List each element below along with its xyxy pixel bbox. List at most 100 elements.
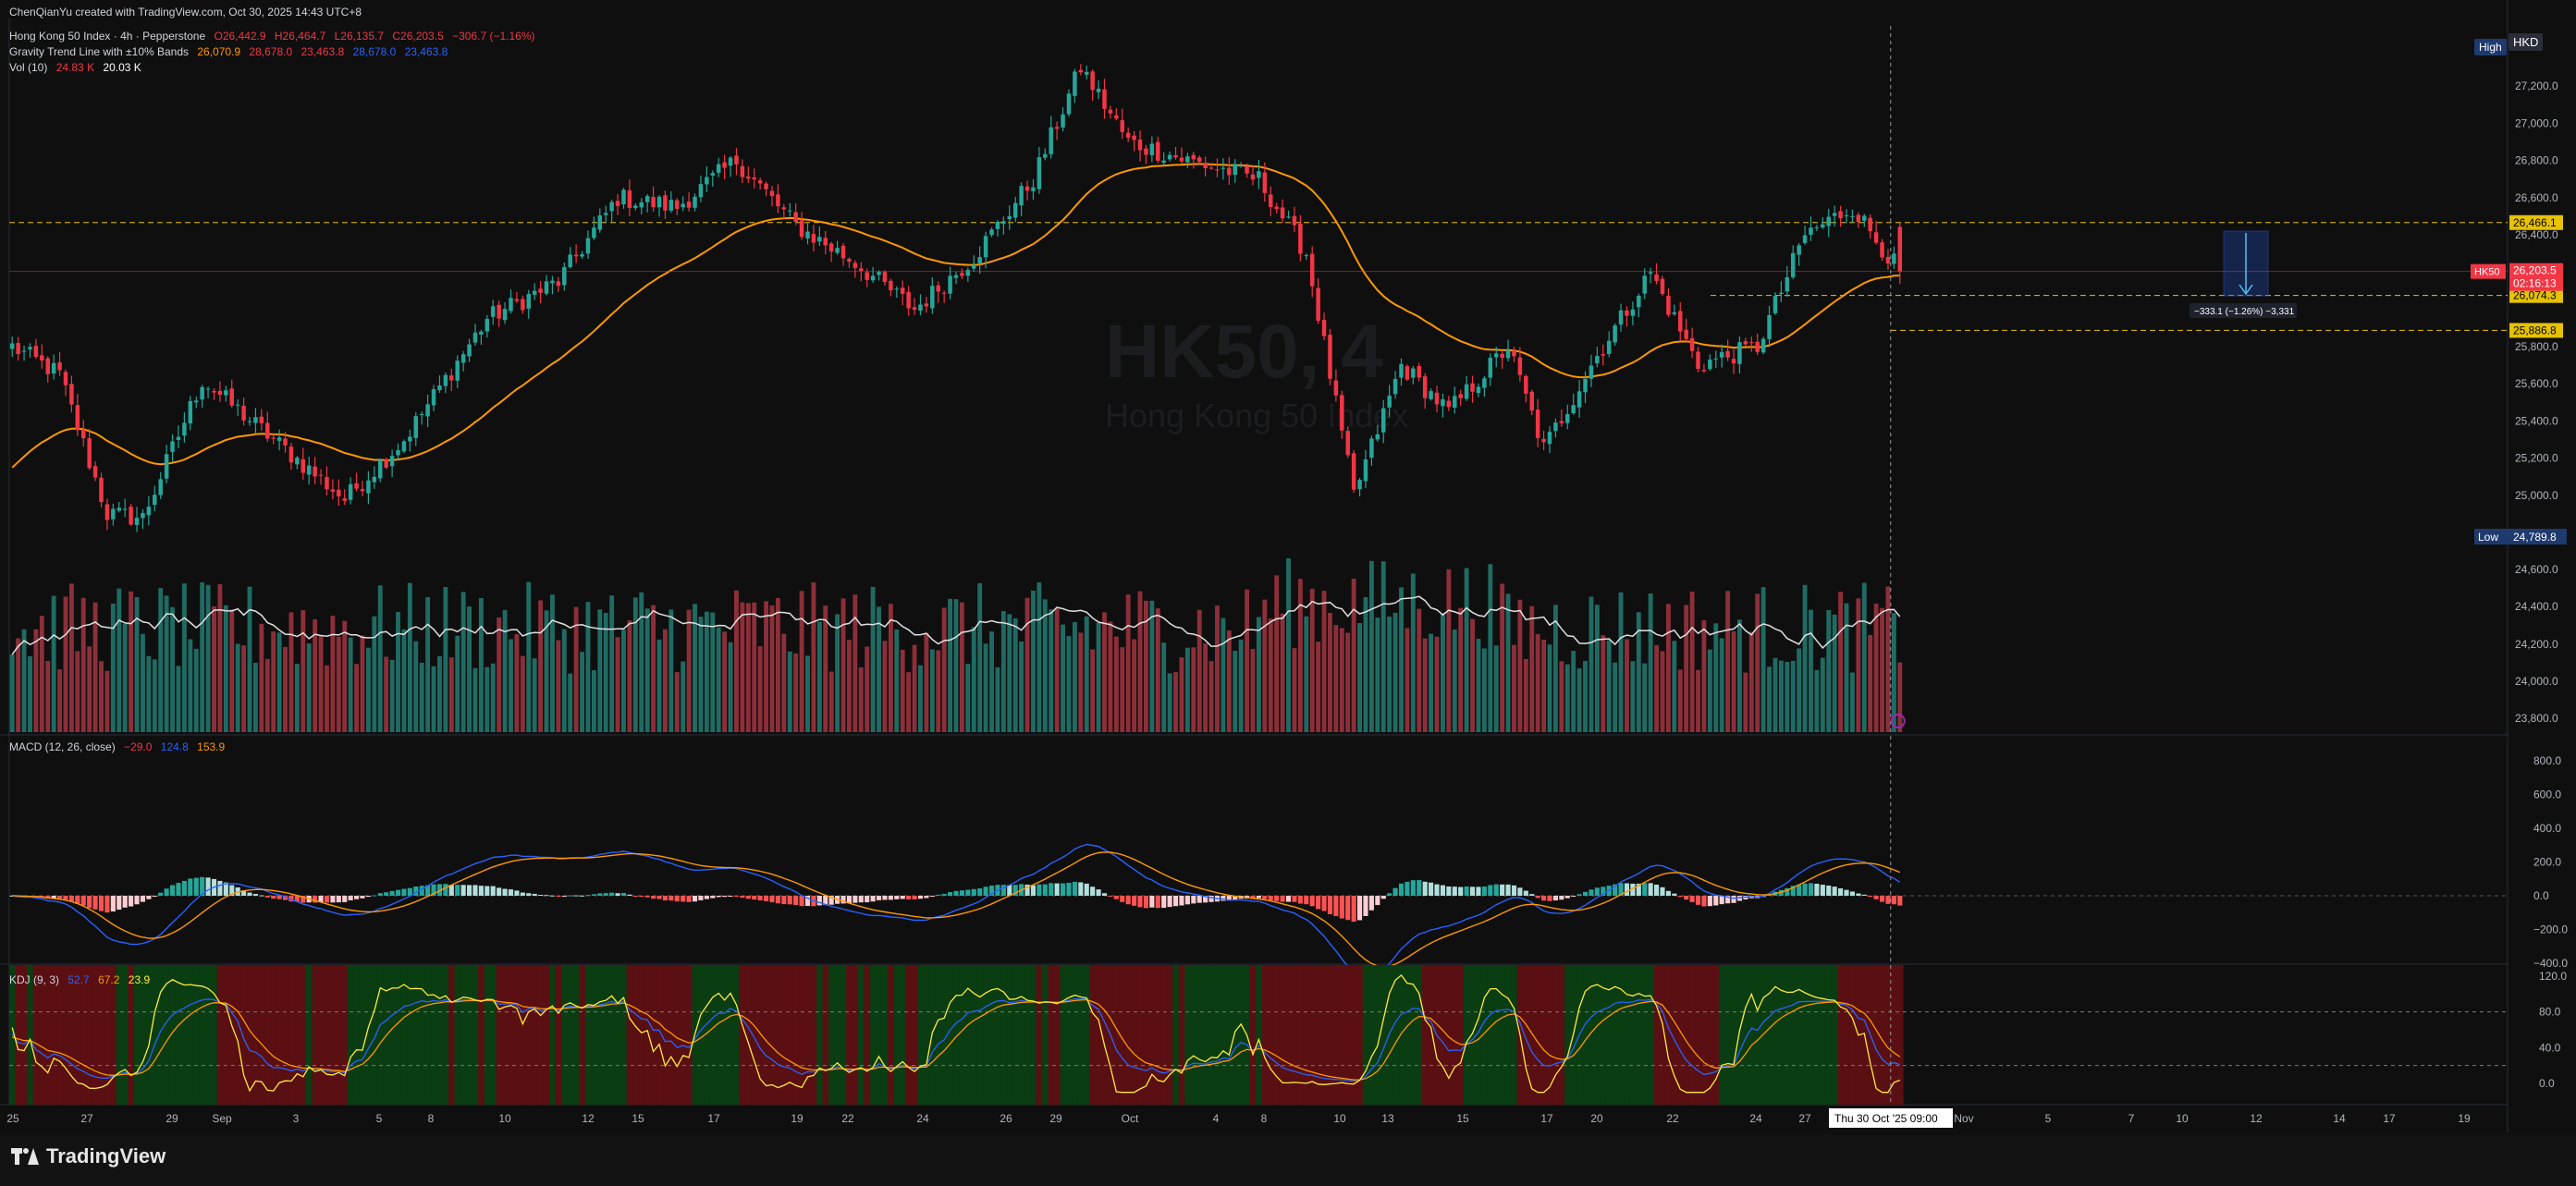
macd-histogram-bar	[478, 886, 484, 896]
candle-body	[603, 213, 608, 215]
macd-histogram-bar	[497, 887, 502, 896]
kdj-region	[1136, 965, 1144, 1105]
macd-histogram-bar	[1137, 896, 1143, 908]
kdj-region	[1084, 965, 1091, 1105]
kdj-region	[1148, 965, 1156, 1105]
candle-body	[1102, 89, 1107, 109]
macd-histogram-bar	[1256, 896, 1261, 899]
macd-histogram-bar	[1849, 891, 1855, 896]
candle-body	[1809, 227, 1813, 235]
volume-bar	[68, 583, 74, 732]
volume-bar	[276, 632, 282, 732]
kdj-region	[994, 965, 1001, 1105]
volume-bar	[1292, 648, 1297, 732]
candle-body	[728, 157, 733, 166]
volume-bar	[1061, 624, 1066, 732]
kdj-region	[911, 965, 918, 1105]
volume-bar	[141, 633, 145, 732]
kdj-region	[223, 965, 230, 1105]
candle-body	[621, 190, 626, 205]
time-axis-label: 10	[1333, 1112, 1346, 1125]
volume-bar	[1880, 607, 1884, 732]
macd-name[interactable]: MACD (12, 26, close)	[9, 740, 116, 753]
macd-histogram-bar	[1814, 884, 1820, 896]
volume-bar	[1672, 641, 1677, 732]
kdj-region	[1695, 965, 1702, 1105]
candle-body	[722, 162, 727, 168]
candle-body	[1441, 398, 1445, 407]
volume-bar	[1654, 644, 1660, 732]
chart-canvas[interactable]: 27,200.0 27,000.0 26,800.0 26,600.0 26,400.0…	[0, 0, 2576, 1186]
macd-histogram-bar	[769, 896, 775, 903]
volume-bar	[1767, 666, 1772, 732]
volume-bar	[1007, 614, 1012, 732]
time-axis-label: 27	[80, 1112, 93, 1125]
candle-body	[265, 422, 270, 439]
kdj-region	[1612, 965, 1619, 1105]
candle-body	[479, 331, 484, 335]
time-axis-label: 12	[582, 1112, 595, 1125]
candle-body	[1387, 396, 1392, 408]
candle-body	[57, 361, 62, 371]
volume-bar	[1547, 644, 1552, 732]
macd-histogram-bar	[1464, 886, 1469, 896]
macd-histogram-bar	[971, 888, 976, 896]
candle-body	[1208, 167, 1214, 169]
volume-bar	[894, 629, 900, 732]
kdj-name[interactable]: KDJ (9, 3)	[9, 973, 59, 986]
candle-body	[965, 270, 971, 276]
candle-body	[1517, 357, 1523, 375]
vol-name[interactable]: Vol (10)	[9, 61, 47, 74]
gravity-name[interactable]: Gravity Trend Line with ±10% Bands	[9, 45, 189, 58]
kdj-region	[1398, 965, 1405, 1105]
volume-bar	[431, 666, 436, 732]
candle-body	[1037, 157, 1042, 190]
volume-bar	[1297, 579, 1303, 732]
volume-bar	[318, 635, 324, 732]
candle-body	[1565, 414, 1570, 423]
volume-bar	[271, 631, 276, 732]
price-axis-label: 25,200.0	[2515, 452, 2558, 465]
macd-histogram-bar	[1808, 883, 1814, 896]
candle-body	[1392, 378, 1398, 395]
volume-bar	[1505, 593, 1511, 732]
volume-bar	[1535, 633, 1540, 732]
kdj-region	[246, 965, 253, 1105]
candle-body	[378, 459, 383, 479]
candle-body	[960, 273, 964, 276]
volume-bar	[1861, 582, 1867, 732]
symbol-label[interactable]: Hong Kong 50 Index · 4h · Pepperstone	[9, 30, 205, 43]
volume-bar	[1476, 639, 1481, 732]
macd-histogram-bar	[1642, 883, 1648, 896]
volume-bar	[977, 582, 983, 732]
candle-body	[1179, 157, 1184, 162]
macd-axis-label: 400.0	[2533, 822, 2561, 835]
volume-bar	[816, 621, 822, 732]
macd-histogram-bar	[526, 893, 532, 896]
volume-bar	[1387, 617, 1392, 732]
macd-histogram-bar	[733, 896, 740, 897]
candle-body	[449, 375, 454, 381]
kdj-region	[1582, 965, 1589, 1105]
volume-bar	[1684, 605, 1689, 732]
candle-body	[1814, 226, 1820, 228]
volume-bar	[853, 594, 858, 732]
macd-histogram-bar	[1677, 896, 1683, 898]
volume-bar	[953, 599, 959, 732]
candle-body	[995, 221, 1000, 229]
volume-bar	[591, 670, 596, 732]
macd-histogram-bar	[1547, 896, 1552, 901]
candle-body	[615, 201, 620, 206]
macd-histogram-bar	[152, 896, 157, 897]
candle-body	[224, 390, 228, 396]
volume-bar	[1737, 619, 1742, 732]
candle-body	[1078, 69, 1084, 73]
currency-button[interactable]: HKD	[2509, 33, 2544, 51]
volume-bar	[1090, 649, 1096, 732]
candle-body	[472, 332, 478, 343]
volume-bar	[1500, 583, 1505, 732]
candle-body	[817, 237, 822, 242]
time-axis-label: 17	[2383, 1112, 2396, 1125]
candle-body	[33, 346, 39, 358]
volume-bar	[45, 660, 51, 732]
